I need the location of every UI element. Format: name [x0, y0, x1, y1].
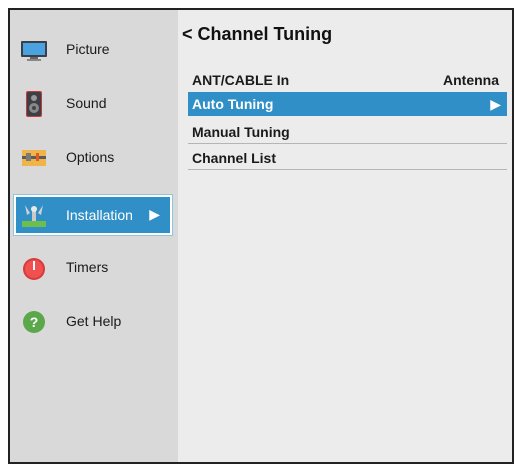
menu-row-auto-tuning[interactable]: Auto Tuning ▶: [188, 92, 507, 116]
svg-text:?: ?: [30, 314, 39, 330]
row-divider: [188, 143, 507, 144]
row-label: ANT/CABLE In: [192, 72, 290, 88]
sidebar-item-label: Installation: [66, 207, 133, 223]
settings-window: Picture Sound Options Installation ▶ Tim…: [8, 8, 514, 464]
row-label: Auto Tuning: [192, 96, 274, 112]
sidebar-menu: Picture Sound Options Installation ▶ Tim…: [10, 10, 178, 462]
sidebar-item-get-help[interactable]: ? Get Help: [14, 302, 172, 342]
speaker-icon: [26, 91, 42, 117]
menu-row-manual-tuning[interactable]: Manual Tuning: [188, 120, 507, 144]
chevron-right-icon: ▶: [490, 96, 501, 112]
sidebar-item-sound[interactable]: Sound: [14, 84, 172, 124]
sidebar-item-timers[interactable]: Timers: [14, 248, 172, 288]
sidebar-item-label: Timers: [66, 259, 109, 275]
row-value: Antenna: [443, 72, 499, 88]
page-title: < Channel Tuning: [182, 24, 332, 45]
menu-row-channel-list[interactable]: Channel List: [188, 146, 507, 170]
help-icon: ?: [23, 311, 45, 333]
sidebar-item-label: Get Help: [66, 313, 122, 329]
page-title-text: Channel Tuning: [197, 24, 333, 44]
sidebar-item-picture[interactable]: Picture: [14, 30, 172, 70]
sidebar-item-label: Sound: [66, 95, 107, 111]
main-panel: < Channel Tuning ANT/CABLE In Antenna Aut…: [178, 10, 512, 462]
sidebar-item-installation[interactable]: Installation ▶: [14, 195, 172, 235]
row-label: Manual Tuning: [192, 124, 290, 140]
menu-row-ant-cable-in[interactable]: ANT/CABLE In Antenna: [188, 68, 507, 92]
row-label: Channel List: [192, 150, 277, 166]
satellite-antenna-icon: [22, 205, 46, 227]
row-divider: [188, 169, 507, 170]
back-button[interactable]: <: [182, 24, 193, 44]
sidebar-item-label: Picture: [66, 41, 110, 57]
sidebar-item-options[interactable]: Options: [14, 138, 172, 178]
selected-arrow-icon: ▶: [149, 206, 160, 222]
options-panel-icon: [22, 150, 46, 166]
tv-monitor-icon: [21, 41, 47, 61]
sidebar-item-label: Options: [66, 149, 115, 165]
timer-icon: [23, 258, 45, 280]
